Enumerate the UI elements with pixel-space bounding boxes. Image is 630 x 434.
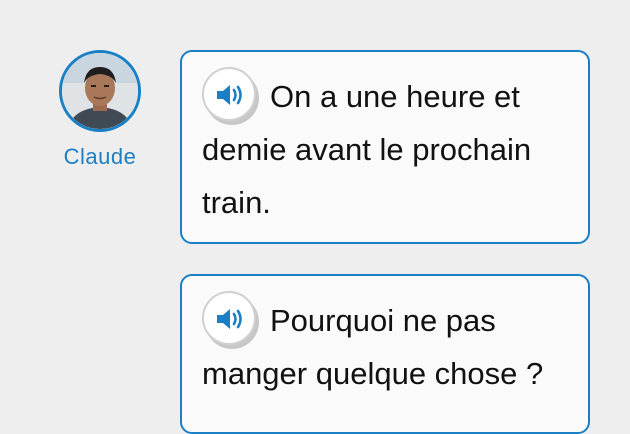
speaker-block: Claude <box>56 50 144 170</box>
play-audio-button[interactable] <box>202 290 256 345</box>
speaker-audio-icon <box>217 84 242 105</box>
speaker-audio-icon <box>217 308 242 329</box>
avatar <box>59 50 141 132</box>
message-bubble: Pourquoi ne pas manger quelque chose ? <box>180 274 590 434</box>
speaker-name: Claude <box>63 144 137 169</box>
message-bubble: On a une heure et demie avant le prochai… <box>180 50 590 244</box>
play-audio-button[interactable] <box>202 66 256 121</box>
